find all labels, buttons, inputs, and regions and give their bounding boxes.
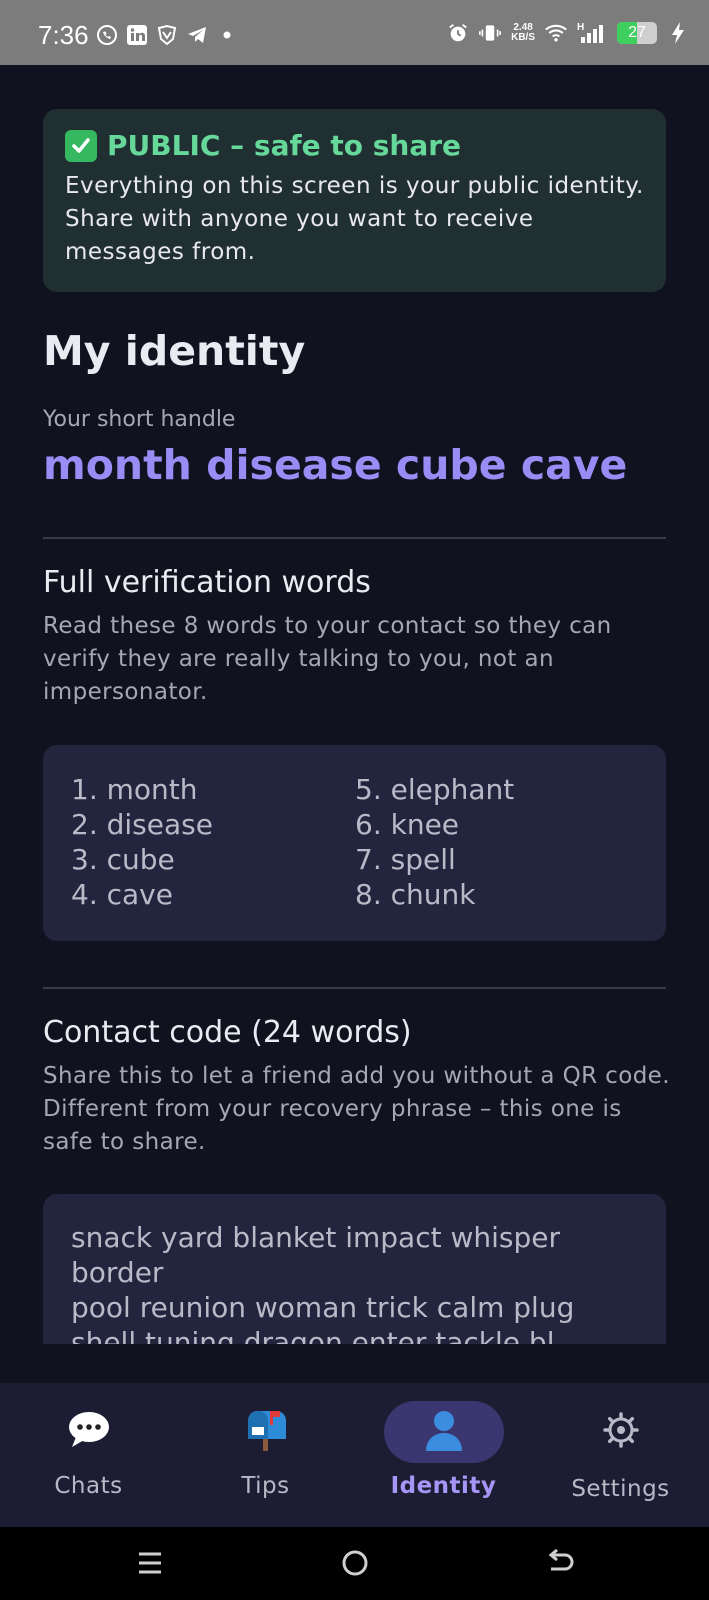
system-navigation-bar [0,1527,709,1600]
banner-body: Everything on this screen is your public… [65,173,644,265]
wifi-icon [545,22,567,44]
gear-icon [602,1412,639,1452]
word-item: 7. spell [355,843,456,876]
nav-chats[interactable]: Chats [0,1383,177,1527]
nav-identity-label: Identity [390,1473,497,1499]
word-item: 5. elephant [355,773,515,806]
verification-title: Full verification words [43,565,371,600]
check-mark-icon [65,129,97,162]
person-icon [424,1409,464,1455]
nav-tips[interactable]: Tips [177,1383,354,1527]
divider [43,987,666,989]
word-item: 3. cube [71,843,175,876]
verification-description: Read these 8 words to your contact so th… [43,613,612,705]
word-item: 2. disease [71,808,213,841]
status-bar: 7:36 2.48 KB/S H 27 [0,0,709,65]
code-line: pool reunion woman trick calm plug [71,1291,575,1324]
nav-chats-pill [29,1401,149,1463]
whatsapp-icon [96,24,118,46]
cell-signal-icon: H [577,22,607,44]
battery-indicator: 27 [617,22,657,44]
nav-settings-pill [561,1401,681,1463]
nav-tips-label: Tips [241,1473,290,1499]
menu-lines-icon [139,1552,161,1574]
telegram-icon [186,24,208,46]
dot-icon [216,24,238,46]
recents-button[interactable] [130,1543,170,1583]
word-item: 1. month [71,773,198,806]
home-circle-icon [342,1550,368,1576]
alarm-icon [447,22,469,44]
linkedin-icon [126,24,148,46]
word-item: 4. cave [71,878,173,911]
banner-title-row: PUBLIC – safe to share [65,129,644,162]
divider [43,537,666,539]
contact-code-card[interactable]: snack yard blanket impact whisper border… [43,1194,666,1344]
speed-unit: KB/S [511,32,535,43]
page-title: My identity [43,327,306,375]
clock: 7:36 [38,20,89,50]
contact-code-description: Share this to let a friend add you witho… [43,1063,670,1155]
network-speed: 2.48 KB/S [511,23,535,43]
nav-settings-label: Settings [571,1476,670,1502]
vpn-shield-icon [156,24,178,46]
nav-tips-pill [206,1401,326,1463]
svg-text:H: H [577,22,584,33]
nav-settings[interactable]: Settings [532,1383,709,1527]
nav-chats-label: Chats [54,1473,123,1499]
system-indicators: 2.48 KB/S H 27 [447,22,689,44]
home-button[interactable] [335,1543,375,1583]
speech-bubble-icon [66,1409,112,1455]
words-column-right: 5. elephant 6. knee 7. spell 8. chunk [355,772,514,912]
nav-identity-pill [383,1401,504,1463]
bottom-navigation: Chats Tips Identity Settings [0,1383,709,1527]
word-item: 8. chunk [355,878,476,911]
nav-identity[interactable]: Identity [355,1383,532,1527]
back-arrow-icon [548,1549,574,1571]
code-line: border [71,1256,164,1289]
code-line: snack yard blanket impact whisper [71,1221,560,1254]
back-button[interactable] [540,1543,580,1583]
mailbox-icon [242,1407,290,1457]
identity-screen[interactable]: PUBLIC – safe to share Everything on thi… [0,65,709,1383]
handle-label: Your short handle [43,407,236,432]
code-line: shell tuning dragon enter tackle bl [71,1326,555,1344]
words-column-left: 1. month 2. disease 3. cube 4. cave [71,772,213,912]
short-handle[interactable]: month disease cube cave [43,441,627,489]
word-item: 6. knee [355,808,460,841]
battery-percent: 27 [628,24,646,41]
notification-icons [96,24,238,46]
charging-icon [667,22,689,44]
public-banner: PUBLIC – safe to share Everything on thi… [43,109,666,292]
contact-code-title: Contact code (24 words) [43,1015,412,1050]
verification-words-card[interactable]: 1. month 2. disease 3. cube 4. cave 5. e… [43,745,666,941]
vibrate-icon [479,22,502,44]
banner-title: PUBLIC – safe to share [107,129,462,162]
